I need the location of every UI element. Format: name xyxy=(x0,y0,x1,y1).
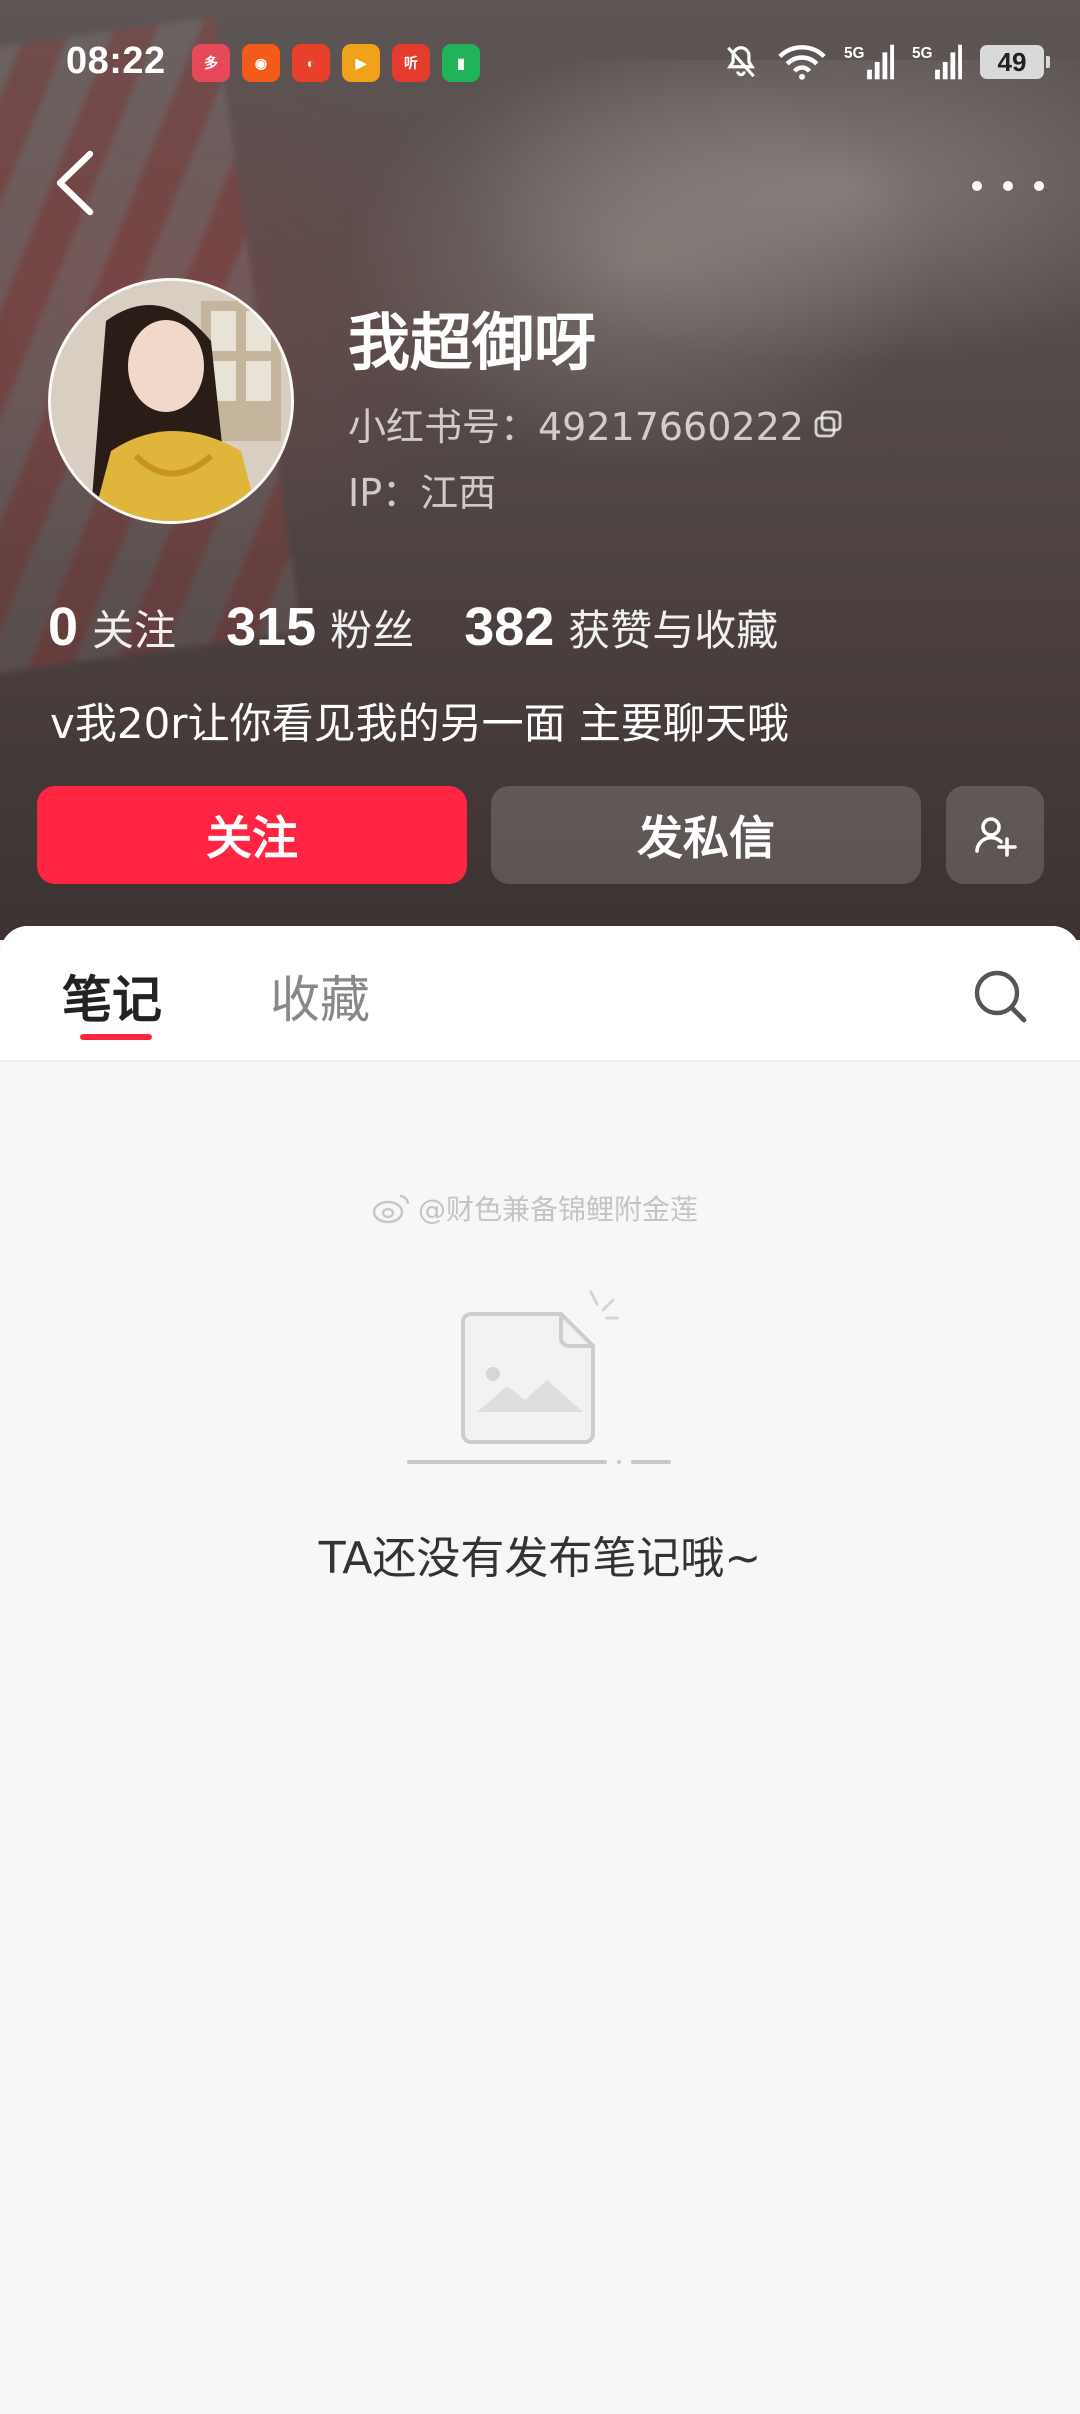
stat-followers[interactable]: 315 粉丝 xyxy=(226,596,414,658)
app-icon-4: ▶ xyxy=(342,44,380,82)
status-time: 08:22 xyxy=(66,40,166,82)
signal-5g-icon: 5G xyxy=(844,44,894,80)
add-user-icon xyxy=(975,817,1017,857)
avatar-photo xyxy=(51,281,291,521)
more-options-button[interactable] xyxy=(972,168,1044,204)
wifi-icon xyxy=(778,45,826,80)
svg-text:5G: 5G xyxy=(844,45,865,62)
app-icon-3: ◐ xyxy=(292,44,330,82)
stat-label: 粉丝 xyxy=(330,606,415,655)
copy-icon[interactable] xyxy=(812,408,844,440)
chevron-left-icon xyxy=(56,150,94,216)
more-dot-icon xyxy=(1034,181,1044,191)
stat-label: 关注 xyxy=(92,606,177,655)
mute-bell-icon xyxy=(726,46,756,78)
search-button[interactable] xyxy=(970,966,1030,1026)
redbook-id: 小红书号：49217660222 xyxy=(348,396,844,451)
weibo-logo-icon xyxy=(372,1194,410,1224)
more-dot-icon xyxy=(1003,181,1013,191)
stat-following[interactable]: 0 关注 xyxy=(48,596,176,658)
add-friend-button[interactable] xyxy=(946,786,1044,884)
tab-collect[interactable]: 收藏 xyxy=(270,960,370,1032)
follow-button[interactable]: 关注 xyxy=(37,786,467,884)
watermark: @财色兼备锦鲤附金莲 xyxy=(372,1188,698,1228)
empty-document-icon xyxy=(407,1290,671,1464)
avatar[interactable] xyxy=(48,278,294,524)
ip-location: IP：江西 xyxy=(348,471,497,515)
empty-state-message: TA还没有发布笔记哦~ xyxy=(318,1533,762,1584)
send-message-button[interactable]: 发私信 xyxy=(491,786,921,884)
stat-label: 获赞与收藏 xyxy=(568,606,779,655)
tab-notes[interactable]: 笔记 xyxy=(62,960,162,1032)
watermark-text: @财色兼备锦鲤附金莲 xyxy=(418,1193,699,1226)
stat-number: 382 xyxy=(464,597,555,657)
stat-likes-collections[interactable]: 382 获赞与收藏 xyxy=(464,596,778,658)
profile-bio: v我20r让你看见我的另一面 主要聊天哦 xyxy=(50,699,789,748)
stat-number: 315 xyxy=(226,597,317,657)
search-icon xyxy=(974,970,1027,1023)
content-panel: 笔记 收藏 @财色兼备锦鲤附金莲 TA还没有发布笔记哦~ xyxy=(0,926,1080,2414)
profile-username: 我超御呀 xyxy=(348,306,597,379)
status-indicators: 5G 5G 49 xyxy=(722,42,1050,82)
signal-5g-icon-2: 5G xyxy=(912,44,962,80)
more-dot-icon xyxy=(972,181,982,191)
app-icon-2: ◉ xyxy=(242,44,280,82)
app-icon-6: ▮ xyxy=(442,44,480,82)
status-bar: 08:22 多 ◉ ◐ ▶ 听 ▮ 5G 5G 49 xyxy=(0,28,1080,100)
redbook-id-text: 小红书号：49217660222 xyxy=(348,405,804,449)
active-tab-indicator xyxy=(80,1034,152,1040)
app-icon-1: 多 xyxy=(192,44,230,82)
back-button[interactable] xyxy=(46,148,106,218)
notification-app-icons: 多 ◉ ◐ ▶ 听 ▮ xyxy=(192,44,480,82)
app-icon-5: 听 xyxy=(392,44,430,82)
battery-indicator: 49 xyxy=(980,45,1050,79)
profile-stats: 0 关注 315 粉丝 382 获赞与收藏 xyxy=(48,596,828,658)
svg-text:5G: 5G xyxy=(912,45,933,62)
content-tabs: 笔记 收藏 xyxy=(0,926,1080,1062)
empty-state-illustration xyxy=(405,1288,675,1478)
stat-number: 0 xyxy=(48,597,79,657)
